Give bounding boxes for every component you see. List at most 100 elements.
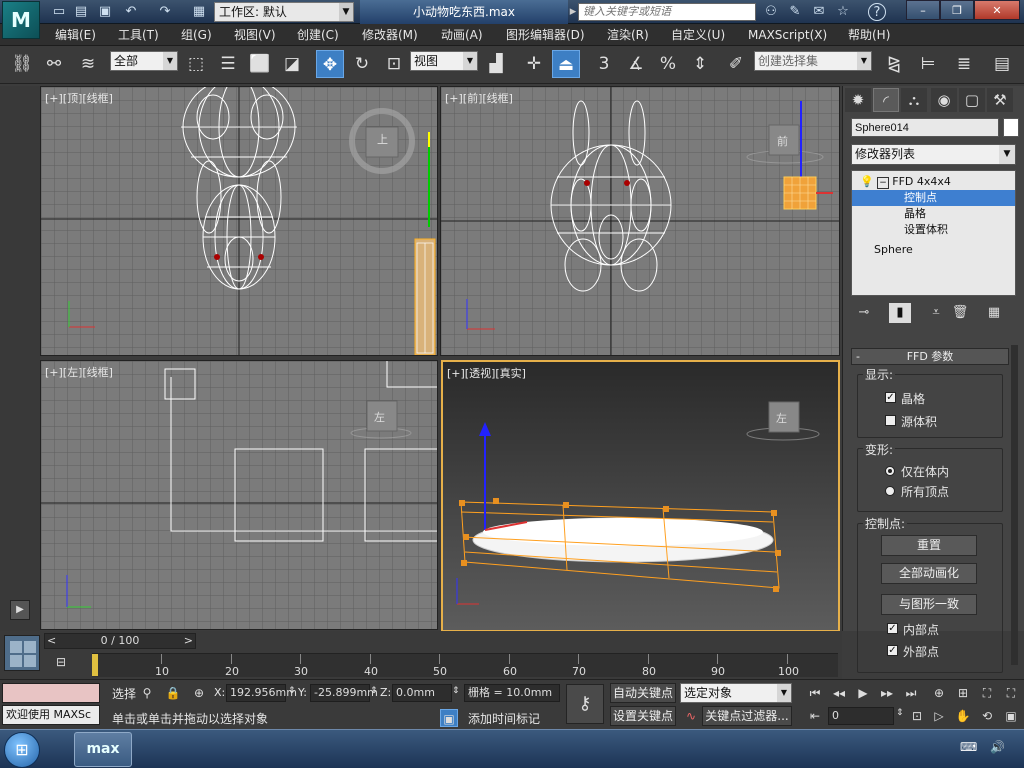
menu-graph-editors[interactable]: 图形编辑器(D) — [506, 24, 585, 46]
time-slider[interactable]: < 0 / 100 > — [44, 633, 196, 649]
frame-spinner-icon[interactable]: ⇕ — [896, 708, 904, 718]
y-spinner-icon[interactable]: ⇕ — [370, 686, 378, 696]
viewport-layout-icon[interactable] — [4, 635, 40, 671]
save-icon[interactable]: ▣ — [96, 3, 114, 21]
workspace-dropdown[interactable]: 工作区: 默认 ▼ — [214, 2, 354, 22]
time-ruler[interactable]: 10 20 30 40 50 60 70 80 90 100 — [92, 653, 838, 678]
menu-rendering[interactable]: 渲染(R) — [607, 24, 649, 46]
rect-selection-icon[interactable]: ⬜ — [246, 50, 274, 78]
x-coord-field[interactable]: 192.956mm — [226, 684, 297, 702]
keyboard-icon[interactable]: ⌨ — [960, 740, 977, 754]
tab-motion[interactable]: ◉ — [931, 88, 957, 112]
minimize-button[interactable]: – — [906, 0, 940, 20]
link-icon[interactable]: ⛓ — [8, 50, 36, 78]
ref-coord-dropdown[interactable]: 视图 ▼ — [410, 51, 478, 71]
time-config-icon[interactable]: ⊡ — [908, 707, 926, 725]
align-icon[interactable]: ⊨ — [914, 50, 942, 78]
viewport-front[interactable]: [+][前][线框] 前 — [440, 86, 840, 356]
deform-all-radio[interactable] — [885, 486, 895, 496]
prev-frame-icon[interactable]: ◂◂ — [830, 684, 848, 702]
remove-modifier-icon[interactable]: 🗑 — [949, 303, 971, 323]
mini-curve-editor-icon[interactable]: ⊟ — [50, 655, 72, 675]
zoom-icon[interactable]: ⊕ — [930, 684, 948, 702]
bind-space-warp-icon[interactable]: ≋ — [74, 50, 102, 78]
source-volume-checkbox[interactable] — [885, 415, 896, 426]
menu-customize[interactable]: 自定义(U) — [671, 24, 725, 46]
rollout-ffd-params[interactable]: - FFD 参数 — [851, 348, 1009, 365]
auto-key-button[interactable]: 自动关键点 — [610, 683, 676, 703]
maxscript-mini-listener[interactable]: 欢迎使用 MAXSc — [2, 705, 100, 725]
help-icon[interactable]: ? — [868, 3, 886, 21]
scale-icon[interactable]: ⊡ — [380, 50, 408, 78]
animate-all-button[interactable]: 全部动画化 — [881, 563, 977, 584]
slider-left-arrow[interactable]: < — [47, 634, 56, 648]
menu-help[interactable]: 帮助(H) — [848, 24, 890, 46]
snap-toggle-icon[interactable]: 3 — [590, 50, 618, 78]
viewport-label[interactable]: [+][透视][真实] — [447, 365, 526, 381]
undo-icon[interactable]: ↶ — [122, 3, 140, 21]
viewport-label[interactable]: [+][左][线框] — [45, 364, 113, 380]
goto-start-icon[interactable]: ⏮ — [806, 684, 824, 702]
viewport-label[interactable]: [+][顶][线框] — [45, 90, 113, 106]
pan-icon[interactable]: ✋ — [954, 707, 972, 725]
set-key-icon[interactable]: ⚷ — [566, 684, 604, 724]
maxscript-listener-top[interactable] — [2, 683, 100, 703]
favorites-star-icon[interactable]: ☆ — [834, 3, 852, 21]
move-icon[interactable]: ✥ — [316, 50, 344, 78]
outside-points-checkbox[interactable]: ✓ — [887, 645, 898, 656]
unlink-icon[interactable]: ⚯ — [40, 50, 68, 78]
add-time-tag[interactable]: 添加时间标记 — [468, 710, 540, 727]
zoom-extents-all-icon[interactable]: ⛶ — [1002, 684, 1020, 702]
zoom-all-icon[interactable]: ⊞ — [954, 684, 972, 702]
key-filters-icon[interactable]: ∿ — [682, 707, 700, 725]
play-animation-icon[interactable]: ▶ — [854, 684, 872, 702]
stack-sub-control-points[interactable]: 控制点 — [852, 190, 1015, 206]
communication-icon[interactable]: ✉ — [810, 3, 828, 21]
lattice-checkbox[interactable]: ✓ — [885, 392, 896, 403]
pin-stack-icon[interactable]: ⊸ — [853, 303, 875, 323]
menu-tools[interactable]: 工具(T) — [118, 24, 159, 46]
taskbar-app-3dsmax[interactable]: max — [74, 732, 132, 767]
open-file-icon[interactable]: ▤ — [72, 3, 90, 21]
pivot-center-icon[interactable]: ▟ — [482, 50, 510, 78]
selection-filter-dropdown[interactable]: 全部 ▼ — [110, 51, 178, 71]
keyboard-shortcut-override-icon[interactable]: ⏏ — [552, 50, 580, 78]
inside-points-checkbox[interactable]: ✓ — [887, 623, 898, 634]
binoculars-icon[interactable]: ⚇ — [762, 3, 780, 21]
modifier-list-dropdown[interactable]: 修改器列表 ▼ — [851, 144, 1016, 165]
menu-animation[interactable]: 动画(A) — [441, 24, 483, 46]
subscription-icon[interactable]: ✎ — [786, 3, 804, 21]
orbit-icon[interactable]: ⟲ — [978, 707, 996, 725]
viewport-top[interactable]: [+][顶][线框] 上 — [40, 86, 438, 356]
stack-sub-lattice[interactable]: 晶格 — [852, 206, 1015, 222]
tab-create[interactable]: ✹ — [845, 88, 871, 112]
menu-create[interactable]: 创建(C) — [297, 24, 339, 46]
slider-right-arrow[interactable]: > — [184, 634, 193, 648]
field-of-view-icon[interactable]: ▷ — [930, 707, 948, 725]
menu-edit[interactable]: 编辑(E) — [55, 24, 96, 46]
angle-snap-icon[interactable]: ∡ — [622, 50, 650, 78]
make-unique-icon[interactable]: ⩡ — [925, 303, 947, 323]
time-marker[interactable] — [92, 654, 98, 676]
close-button[interactable]: ✕ — [974, 0, 1020, 20]
object-name-field[interactable] — [851, 118, 999, 137]
viewport-left[interactable]: [+][左][线框] 左 — [40, 360, 438, 630]
restore-button[interactable]: ❐ — [940, 0, 974, 20]
command-panel-scrollbar[interactable] — [1011, 345, 1018, 665]
project-folder-icon[interactable]: ▦ — [190, 3, 208, 21]
lightbulb-icon[interactable]: 💡 — [860, 175, 874, 188]
x-spinner-icon[interactable]: ⇕ — [288, 686, 296, 696]
key-mode-toggle-icon[interactable]: ⇤ — [806, 707, 824, 725]
spinner-snap-icon[interactable]: ⇕ — [686, 50, 714, 78]
stack-item-ffd[interactable]: 💡 − FFD 4x4x4 — [852, 174, 1015, 190]
percent-snap-icon[interactable]: % — [654, 50, 682, 78]
start-button[interactable]: ⊞ — [4, 732, 40, 768]
menu-modifiers[interactable]: 修改器(M) — [362, 24, 418, 46]
viewcube-label[interactable]: 上 — [377, 131, 388, 147]
reset-button[interactable]: 重置 — [881, 535, 977, 556]
key-mode-dropdown[interactable]: 选定对象 ▼ — [680, 683, 792, 703]
graphite-tools-icon[interactable]: ▤ — [988, 50, 1016, 78]
mirror-icon[interactable]: ⧎ — [880, 50, 908, 78]
z-coord-field[interactable]: 0.0mm — [392, 684, 452, 702]
stack-sub-set-volume[interactable]: 设置体积 — [852, 222, 1015, 238]
